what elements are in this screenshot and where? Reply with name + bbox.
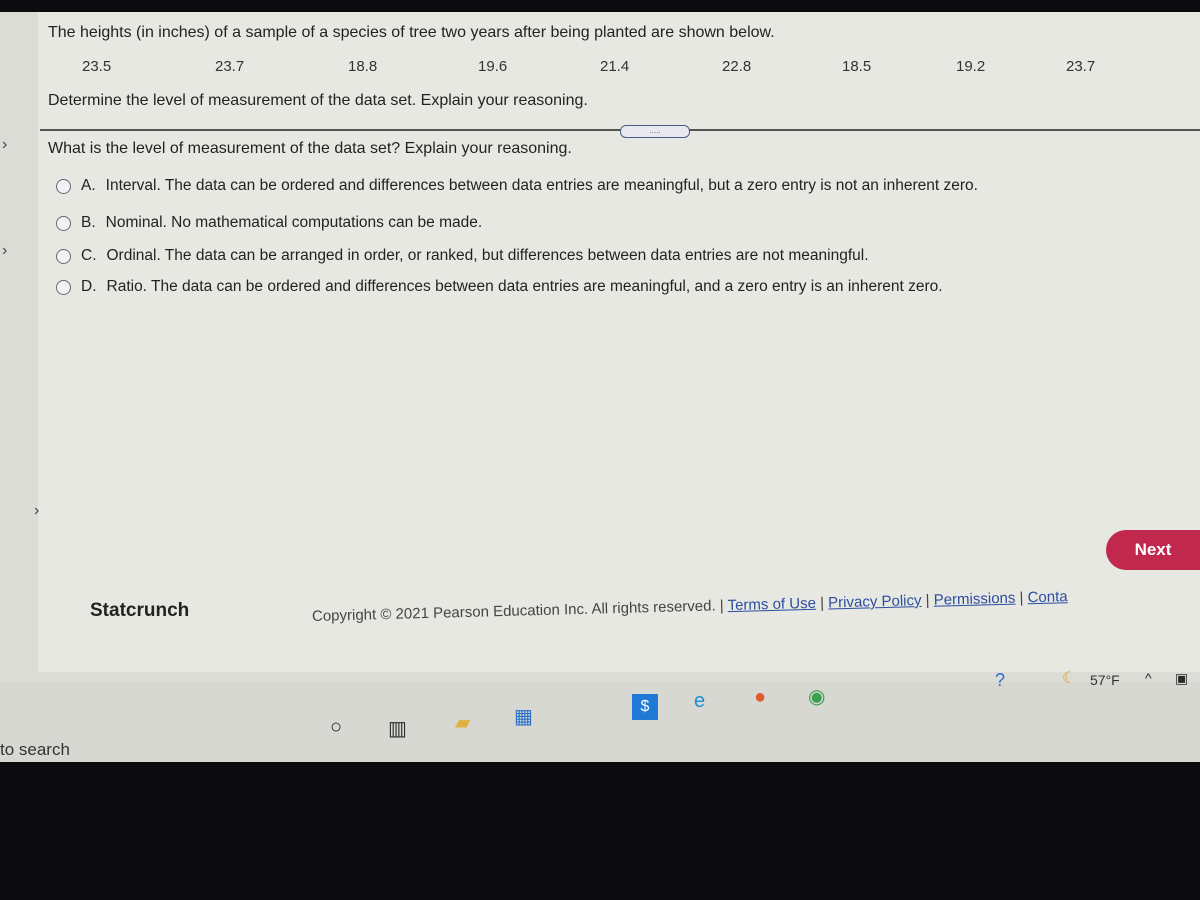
help-icon[interactable]: ? — [995, 670, 1005, 691]
cortana-icon[interactable]: ○ — [330, 716, 342, 739]
app-orange-icon[interactable]: ● — [754, 686, 766, 709]
task-view-icon[interactable]: ▥ — [388, 716, 407, 741]
data-value: 23.7 — [215, 58, 245, 75]
data-value: 18.5 — [842, 58, 872, 75]
privacy-link[interactable]: Privacy Policy — [828, 592, 922, 611]
statcrunch-link[interactable]: Statcrunch — [90, 600, 189, 622]
weather-icon[interactable]: ☾ — [1062, 668, 1076, 688]
radio-icon[interactable] — [56, 248, 71, 264]
data-value: 22.8 — [722, 58, 752, 75]
option-text: Ordinal. The data can be arranged in ord… — [106, 247, 869, 264]
option-letter: A. — [81, 177, 96, 194]
screen: The heights (in inches) of a sample of a… — [0, 12, 1200, 762]
chevron-right-icon[interactable]: › — [34, 502, 39, 520]
chevron-right-icon[interactable]: › — [2, 136, 7, 154]
question-panel — [38, 12, 1200, 672]
file-explorer-icon[interactable]: ▰ — [455, 710, 470, 735]
data-value: 21.4 — [600, 58, 630, 75]
option-text: Interval. The data can be ordered and di… — [105, 177, 978, 194]
question-intro: The heights (in inches) of a sample of a… — [48, 24, 775, 41]
permissions-link[interactable]: Permissions — [934, 590, 1016, 609]
data-value: 23.7 — [1066, 58, 1096, 75]
terms-link[interactable]: Terms of Use — [727, 595, 816, 614]
data-value: 19.6 — [478, 58, 508, 75]
option-letter: B. — [81, 214, 96, 231]
data-value: 18.8 — [348, 58, 378, 75]
radio-icon[interactable] — [56, 178, 71, 194]
option-c[interactable]: C. Ordinal. The data can be arranged in o… — [56, 247, 869, 265]
divider-handle[interactable]: ..... — [620, 125, 690, 138]
option-b[interactable]: B. Nominal. No mathematical computations … — [56, 214, 482, 232]
next-button[interactable]: Next — [1106, 530, 1200, 570]
contact-link[interactable]: Conta — [1027, 588, 1067, 606]
chrome-icon[interactable]: ◉ — [808, 684, 825, 709]
option-text: Ratio. The data can be ordered and diffe… — [106, 278, 943, 295]
taskbar: to search ○ ▥ ▰ ▦ $ e ● ◉ ? ☾ 57°F ^ ▣ — [0, 670, 1200, 762]
option-a[interactable]: A. Interval. The data can be ordered and … — [56, 177, 978, 195]
store-icon[interactable]: ▦ — [514, 704, 533, 729]
notification-icon[interactable]: ▣ — [1175, 670, 1188, 687]
weather-temp[interactable]: 57°F — [1090, 672, 1120, 688]
option-text: Nominal. No mathematical computations ca… — [105, 214, 483, 231]
option-letter: D. — [81, 278, 97, 295]
edge-icon[interactable]: e — [694, 690, 705, 713]
option-d[interactable]: D. Ratio. The data can be ordered and dif… — [56, 278, 943, 296]
question-prompt: What is the level of measurement of the … — [48, 140, 572, 157]
data-value: 19.2 — [956, 58, 986, 75]
data-value: 23.5 — [82, 58, 112, 75]
app-icon[interactable]: $ — [632, 694, 658, 720]
radio-icon[interactable] — [56, 279, 71, 295]
chevron-right-icon[interactable]: › — [2, 242, 7, 260]
question-instruction: Determine the level of measurement of th… — [48, 92, 588, 109]
radio-icon[interactable] — [56, 215, 71, 231]
option-letter: C. — [81, 247, 97, 264]
search-box[interactable]: to search — [0, 740, 70, 760]
chevron-up-icon[interactable]: ^ — [1145, 670, 1152, 686]
